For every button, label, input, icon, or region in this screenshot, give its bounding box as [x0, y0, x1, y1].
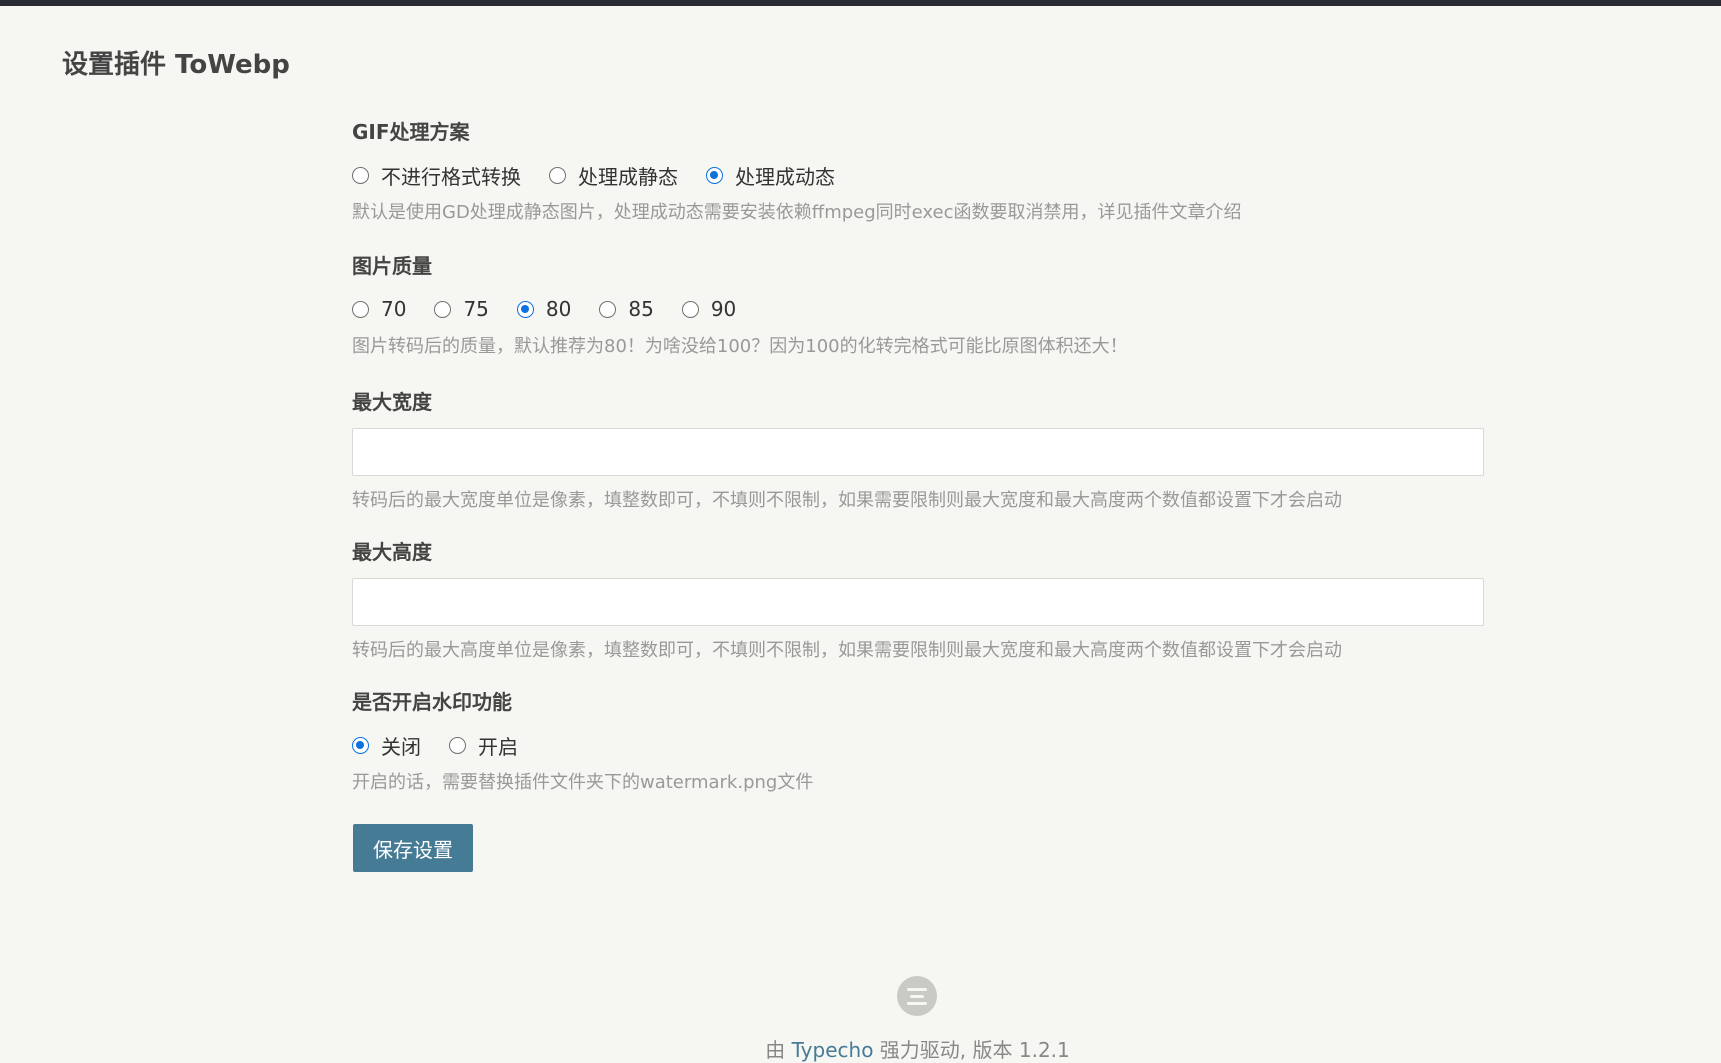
- gif-radio-static[interactable]: [549, 166, 566, 184]
- footer-prefix: 由: [765, 1038, 792, 1062]
- typecho-link[interactable]: Typecho: [792, 1038, 874, 1062]
- max-height-description: 转码后的最大高度单位是像素，填整数即可，不填则不限制，如果需要限制则最大宽度和最…: [352, 640, 1342, 661]
- watermark-radio-on[interactable]: [449, 736, 466, 754]
- quality-radio-80[interactable]: [516, 300, 534, 318]
- max-width-input[interactable]: [352, 428, 1484, 476]
- quality-radio-85[interactable]: [599, 300, 617, 318]
- gif-radio-animated[interactable]: [706, 166, 723, 184]
- quality-option-70[interactable]: 70: [352, 297, 406, 321]
- max-width-label: 最大宽度: [352, 390, 432, 414]
- gif-setting-group: GIF处理方案 不进行格式转换 处理成静态 处理成动态 默认是使用GD处理成静态…: [352, 118, 1484, 226]
- quality-option-label: 85: [628, 297, 654, 321]
- quality-option-label: 70: [381, 297, 407, 321]
- max-height-input[interactable]: [352, 578, 1484, 626]
- quality-option-75[interactable]: 75: [434, 297, 489, 321]
- quality-option-label: 90: [710, 297, 737, 321]
- gif-options: 不进行格式转换 处理成静态 处理成动态: [352, 161, 1484, 190]
- gif-option-none[interactable]: 不进行格式转换: [352, 161, 521, 190]
- page-title: 设置插件 ToWebp: [62, 50, 290, 80]
- quality-option-85[interactable]: 85: [599, 297, 654, 321]
- quality-setting-description: 图片转码后的质量，默认推荐为80！为啥没给100？因为100的化转完格式可能比原…: [352, 336, 1128, 357]
- watermark-setting-label: 是否开启水印功能: [352, 690, 512, 714]
- gif-option-label: 处理成静态: [578, 164, 678, 189]
- quality-setting-label: 图片质量: [352, 254, 432, 278]
- max-width-setting-group: 最大宽度 转码后的最大宽度单位是像素，填整数即可，不填则不限制，如果需要限制则最…: [352, 388, 1484, 514]
- quality-radio-75[interactable]: [434, 300, 452, 318]
- watermark-option-on[interactable]: 开启: [449, 731, 518, 760]
- quality-radio-90[interactable]: [681, 300, 699, 318]
- quality-radio-70[interactable]: [352, 300, 369, 318]
- gif-radio-none[interactable]: [352, 166, 369, 184]
- max-width-description: 转码后的最大宽度单位是像素，填整数即可，不填则不限制，如果需要限制则最大宽度和最…: [352, 490, 1342, 511]
- max-height-setting-group: 最大高度 转码后的最大高度单位是像素，填整数即可，不填则不限制，如果需要限制则最…: [352, 538, 1484, 664]
- gif-setting-label: GIF处理方案: [352, 120, 470, 144]
- typecho-logo-icon: [897, 976, 937, 1016]
- watermark-option-off[interactable]: 关闭: [352, 731, 421, 760]
- footer-credit: 由 Typecho 强力驱动, 版本 1.2.1: [0, 1034, 1721, 1063]
- quality-option-80[interactable]: 80: [516, 297, 572, 321]
- quality-option-90[interactable]: 90: [681, 297, 737, 321]
- top-bar: [0, 0, 1721, 6]
- footer-suffix: 强力驱动, 版本 1.2.1: [873, 1038, 1070, 1062]
- gif-option-label: 处理成动态: [735, 164, 835, 189]
- gif-option-label: 不进行格式转换: [381, 164, 521, 189]
- gif-option-animated[interactable]: 处理成动态: [706, 161, 835, 190]
- watermark-radio-off[interactable]: [352, 736, 369, 754]
- gif-option-static[interactable]: 处理成静态: [549, 161, 678, 190]
- quality-option-label: 75: [463, 297, 489, 321]
- watermark-options: 关闭 开启: [352, 731, 1484, 760]
- save-settings-button[interactable]: 保存设置: [353, 824, 473, 872]
- quality-options: 70 75 80 85 90: [352, 296, 1484, 322]
- max-height-label: 最大高度: [352, 540, 432, 564]
- watermark-option-label: 关闭: [381, 734, 421, 759]
- watermark-setting-description: 开启的话，需要替换插件文件夹下的watermark.png文件: [352, 772, 814, 793]
- watermark-setting-group: 是否开启水印功能 关闭 开启 开启的话，需要替换插件文件夹下的watermark…: [352, 688, 1484, 796]
- quality-option-label: 80: [545, 297, 572, 321]
- watermark-option-label: 开启: [478, 734, 518, 759]
- gif-setting-description: 默认是使用GD处理成静态图片，处理成动态需要安装依赖ffmpeg同时exec函数…: [352, 202, 1242, 223]
- quality-setting-group: 图片质量 70 75 80 85 90 图片转码后的质量，默认推荐为80！为啥没…: [352, 252, 1484, 360]
